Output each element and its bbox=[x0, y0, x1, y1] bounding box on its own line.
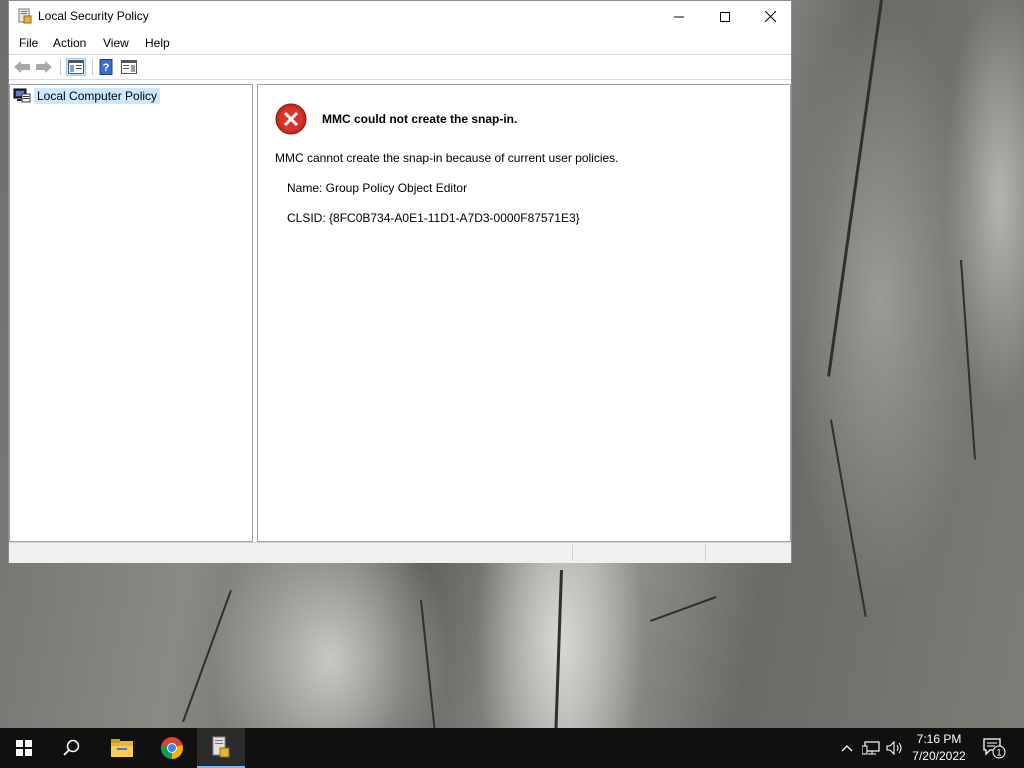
menu-bar: File Action View Help bbox=[9, 32, 791, 54]
toolbar-separator bbox=[60, 59, 61, 75]
toolbar: ? bbox=[9, 54, 791, 80]
snapin-name: Name: Group Policy Object Editor bbox=[287, 181, 468, 195]
file-explorer-icon[interactable] bbox=[98, 728, 146, 768]
menu-view[interactable]: View bbox=[103, 36, 129, 50]
policy-computer-icon bbox=[13, 87, 31, 106]
windows-start-icon[interactable] bbox=[0, 728, 48, 768]
clock-time: 7:16 PM bbox=[916, 732, 962, 746]
close-button[interactable] bbox=[747, 1, 793, 32]
notification-badge-count: 1 bbox=[996, 748, 1001, 758]
volume-icon[interactable] bbox=[884, 728, 906, 768]
tree-item-local-computer-policy[interactable]: Local Computer Policy bbox=[13, 87, 161, 106]
show-hide-tree-icon[interactable] bbox=[66, 58, 86, 76]
minimize-button[interactable] bbox=[656, 1, 702, 32]
taskbar: 7:16 PM 7/20/2022 1 bbox=[0, 728, 1024, 768]
mmc-window: Local Security Policy File Action View H… bbox=[8, 0, 792, 563]
menu-file[interactable]: File bbox=[19, 36, 38, 50]
maximize-button[interactable] bbox=[702, 1, 748, 32]
error-icon bbox=[275, 103, 307, 135]
help-icon[interactable]: ? bbox=[96, 58, 116, 76]
tree-item-label: Local Computer Policy bbox=[34, 88, 161, 104]
window-title: Local Security Policy bbox=[38, 9, 149, 23]
svg-text:?: ? bbox=[103, 62, 110, 74]
title-bar[interactable]: Local Security Policy bbox=[9, 1, 791, 32]
forward-arrow-icon[interactable] bbox=[34, 58, 54, 76]
taskbar-clock[interactable]: 7:16 PM 7/20/2022 bbox=[906, 731, 972, 765]
network-icon[interactable] bbox=[860, 728, 882, 768]
console-tree-pane: Local Computer Policy bbox=[9, 84, 253, 542]
chrome-icon[interactable] bbox=[148, 728, 196, 768]
error-message: MMC cannot create the snap-in because of… bbox=[275, 151, 619, 165]
status-segment bbox=[705, 545, 792, 561]
status-bar bbox=[9, 542, 791, 563]
menu-help[interactable]: Help bbox=[145, 36, 170, 50]
snapin-clsid: CLSID: {8FC0B734-A0E1-11D1-A7D3-0000F875… bbox=[287, 211, 580, 225]
show-hidden-icons-icon[interactable] bbox=[838, 728, 856, 768]
action-pane-icon[interactable] bbox=[119, 58, 139, 76]
status-segment bbox=[572, 545, 705, 561]
result-pane: MMC could not create the snap-in. MMC ca… bbox=[257, 84, 791, 542]
menu-action[interactable]: Action bbox=[53, 36, 86, 50]
error-heading: MMC could not create the snap-in. bbox=[322, 112, 518, 126]
local-security-policy-taskbar-icon[interactable] bbox=[197, 728, 245, 768]
search-icon[interactable] bbox=[48, 728, 96, 768]
back-arrow-icon[interactable] bbox=[12, 58, 32, 76]
toolbar-separator bbox=[92, 59, 93, 75]
security-policy-app-icon bbox=[18, 8, 32, 24]
action-center-icon[interactable]: 1 bbox=[978, 728, 1010, 768]
clock-date: 7/20/2022 bbox=[912, 749, 966, 763]
